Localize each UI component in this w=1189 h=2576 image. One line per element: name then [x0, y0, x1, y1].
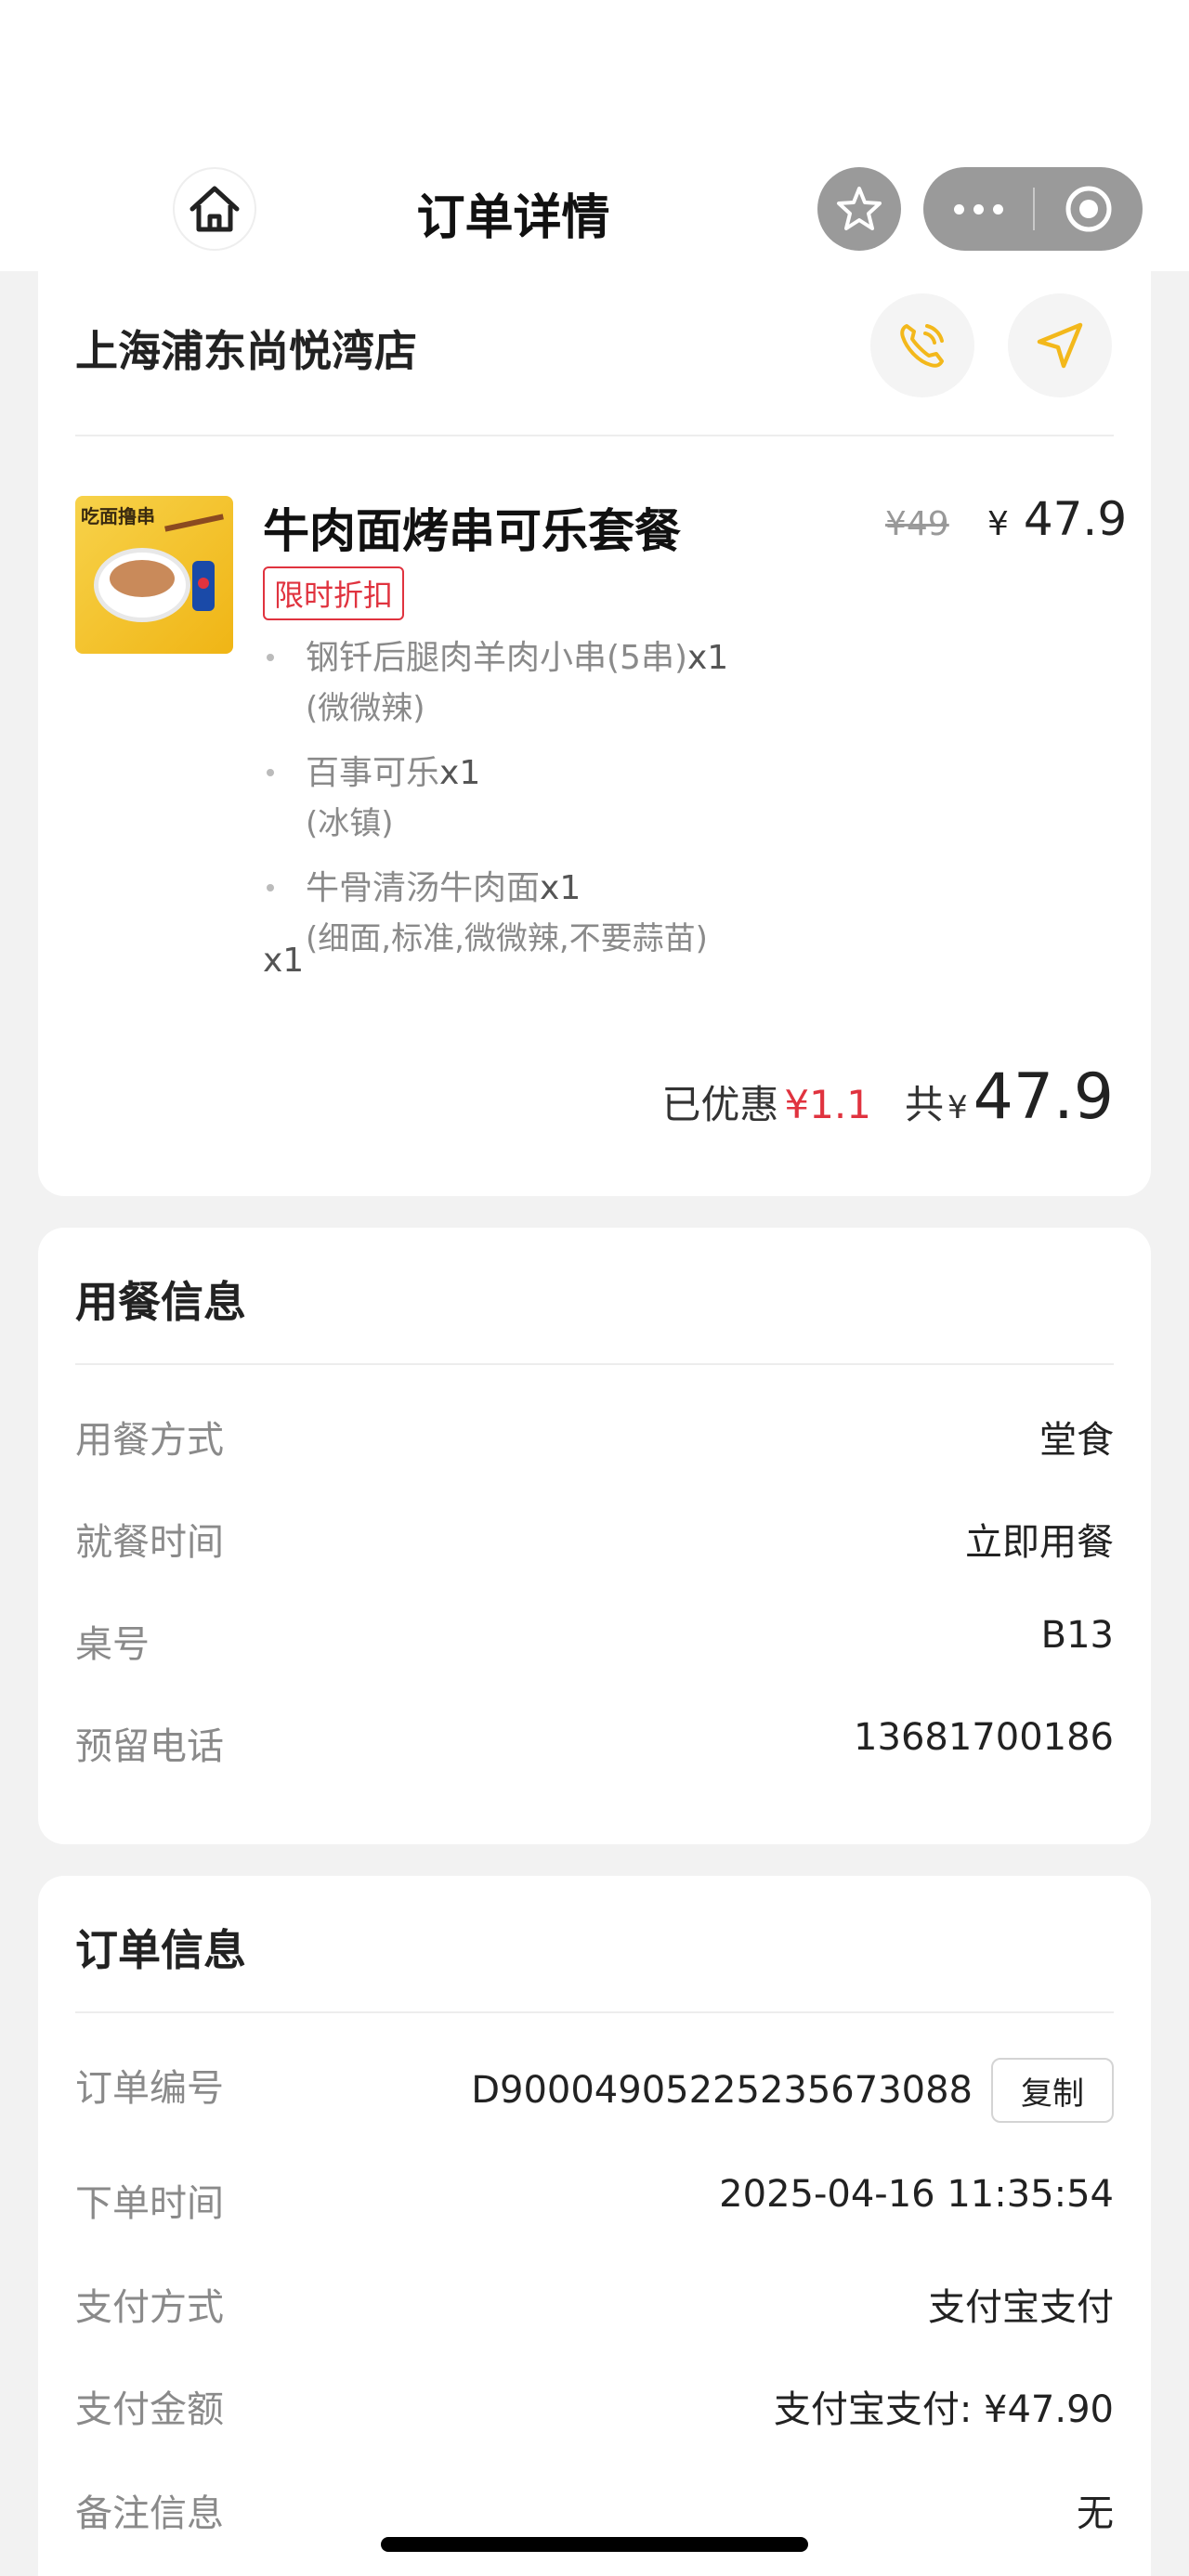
combo-item-option: (微微辣): [306, 690, 425, 727]
store-divider: [75, 435, 1114, 436]
row-label: 预留电话: [75, 1725, 224, 1768]
cola-can-graphic: [192, 561, 215, 611]
product-image-caption: 吃面撸串: [81, 505, 155, 527]
bullet-dot: [267, 769, 274, 776]
row-label: 支付方式: [75, 2286, 224, 2329]
order-number-label: 订单编号: [75, 2067, 224, 2110]
order-totals: 已优惠 ¥1.1 共 ¥ 47.9: [661, 1060, 1114, 1134]
dining-info-row: 就餐时间 立即用餐: [75, 1512, 1114, 1568]
price-value: 47.9: [1023, 492, 1128, 546]
more-dots-icon: [953, 203, 964, 215]
product-image: 吃面撸串: [75, 496, 233, 654]
home-indicator[interactable]: [381, 2537, 808, 2552]
order-number-row: 订单编号 D90004905225235673088 复制: [75, 2058, 1114, 2123]
combo-item: 牛骨清汤牛肉面x1 (细面,标准,微微辣,不要蒜苗): [263, 864, 728, 964]
row-value: 支付宝支付: [928, 2286, 1114, 2329]
store-name: 上海浦东尚悦湾店: [75, 326, 417, 376]
row-label: 就餐时间: [75, 1521, 224, 1564]
price-currency-symbol: ¥: [987, 505, 1009, 543]
favorite-button[interactable]: [817, 167, 901, 251]
combo-item-name: 百事可乐: [306, 754, 440, 792]
product-quantity: x1: [263, 942, 305, 980]
combo-item-qty: x1: [540, 869, 581, 907]
navigation-arrow-icon: [1037, 322, 1083, 369]
star-icon: [837, 187, 882, 230]
combo-item: 钢钎后腿肉羊肉小串(5串)x1 (微微辣): [263, 633, 728, 734]
combo-item-name: 钢钎后腿肉羊肉小串(5串): [306, 639, 687, 677]
combo-items-list: 钢钎后腿肉羊肉小串(5串)x1 (微微辣) 百事可乐x1 (冰镇) 牛骨清汤牛肉…: [263, 633, 728, 979]
combo-item-qty: x1: [687, 639, 729, 677]
dining-info-card: 用餐信息 用餐方式 堂食 就餐时间 立即用餐 桌号 B13 预留电话 13681…: [38, 1228, 1151, 1844]
row-value: 支付宝支付: ¥47.90: [773, 2388, 1114, 2431]
mini-program-capsule: [923, 167, 1143, 251]
original-price: ¥49: [885, 505, 949, 543]
order-info-row: 支付方式 支付宝支付: [75, 2277, 1114, 2333]
row-value: B13: [1040, 1614, 1114, 1657]
combo-item-name: 牛骨清汤牛肉面: [306, 869, 541, 907]
order-info-row: 备注信息 无: [75, 2483, 1114, 2539]
row-label: 支付金额: [75, 2388, 224, 2431]
total-amount: 47.9: [973, 1060, 1114, 1134]
navigate-button[interactable]: [1008, 293, 1112, 397]
order-info-row: 下单时间 2025-04-16 11:35:54: [75, 2173, 1114, 2229]
row-label: 用餐方式: [75, 1419, 224, 1462]
row-value: 立即用餐: [965, 1521, 1114, 1564]
dining-info-row: 预留电话 13681700186: [75, 1716, 1114, 1772]
copy-order-number-button[interactable]: 复制: [991, 2058, 1114, 2123]
dining-info-row: 桌号 B13: [75, 1614, 1114, 1670]
current-price: ¥ 47.9: [987, 492, 1127, 546]
row-label: 下单时间: [75, 2182, 224, 2225]
noodle-bowl-graphic: [94, 548, 190, 622]
total-label: 共: [904, 1082, 944, 1127]
top-nav-bar: 订单详情: [0, 0, 1189, 271]
limited-discount-badge: 限时折扣: [263, 566, 405, 620]
bullet-dot: [267, 884, 274, 891]
row-value: 堂食: [1039, 1419, 1114, 1462]
phone-icon: [900, 324, 944, 368]
call-store-button[interactable]: [870, 293, 974, 397]
dining-info-divider: [75, 1363, 1114, 1365]
order-number-value: D90004905225235673088: [471, 2069, 973, 2112]
combo-item: 百事可乐x1 (冰镇): [263, 748, 728, 849]
close-mini-program-button[interactable]: [1035, 167, 1143, 251]
combo-item-option: (细面,标准,微微辣,不要蒜苗): [306, 920, 708, 957]
dining-info-title: 用餐信息: [75, 1277, 246, 1327]
more-button[interactable]: [923, 167, 1033, 251]
row-value: 13681700186: [854, 1716, 1114, 1759]
total-currency-symbol: ¥: [947, 1089, 968, 1126]
combo-item-option: (冰镇): [306, 805, 394, 842]
order-info-divider: [75, 2011, 1114, 2013]
row-label: 备注信息: [75, 2492, 224, 2535]
combo-item-qty: x1: [439, 754, 481, 792]
row-value: 2025-04-16 11:35:54: [719, 2173, 1114, 2216]
row-label: 桌号: [75, 1623, 150, 1666]
order-info-row: 支付金额 支付宝支付: ¥47.90: [75, 2379, 1114, 2435]
discount-amount: ¥1.1: [784, 1082, 871, 1127]
row-value: 无: [1077, 2492, 1114, 2535]
order-info-card: 订单信息 订单编号 D90004905225235673088 复制 下单时间 …: [38, 1876, 1151, 2576]
order-info-title: 订单信息: [75, 1925, 246, 1975]
product-name: 牛肉面烤串可乐套餐: [263, 504, 681, 558]
order-items-card: 上海浦东尚悦湾店 吃面撸串 牛肉面烤串可乐套餐 限时折扣 ¥49 ¥ 47.9 …: [38, 271, 1151, 1196]
target-icon: [1065, 186, 1112, 232]
bullet-dot: [267, 654, 274, 661]
discount-label: 已优惠: [661, 1082, 779, 1127]
dining-info-row: 用餐方式 堂食: [75, 1410, 1114, 1465]
